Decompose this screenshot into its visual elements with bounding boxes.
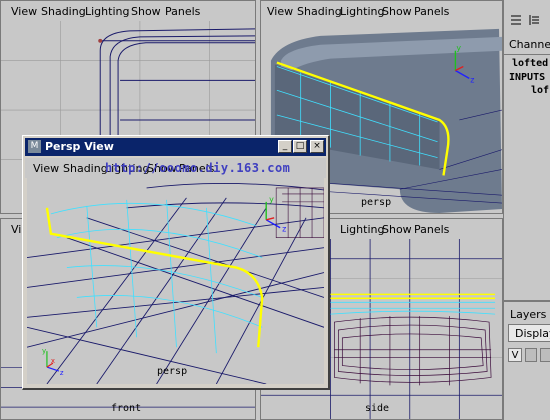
maximize-button[interactable]: □ (293, 140, 307, 153)
svg-text:z: z (60, 369, 64, 377)
layer-visibility-toggle[interactable]: V (508, 348, 522, 362)
channel-box-icon[interactable] (510, 14, 522, 26)
layer-display-select[interactable]: Display (508, 324, 550, 342)
menu-lighting[interactable]: Lighting (340, 5, 384, 18)
svg-text:z: z (470, 75, 474, 84)
menu-lighting[interactable]: Lighting (340, 223, 384, 236)
svg-text:y: y (456, 44, 461, 53)
input-node[interactable]: lof (531, 85, 549, 96)
persp-viewport-canvas[interactable]: y z y z x persp (27, 178, 324, 384)
wireframe-perspective-model: y z y z x (27, 178, 324, 384)
menu-show[interactable]: Show (382, 5, 412, 18)
menu-lighting[interactable]: Lighting (85, 5, 129, 18)
menu-view[interactable]: View (11, 5, 37, 18)
window-title: Persp View (45, 140, 114, 153)
camera-label: front (111, 403, 142, 414)
inputs-label: INPUTS (509, 72, 546, 83)
window-titlebar[interactable]: M Persp View _ □ × (25, 138, 326, 156)
menu-show[interactable]: Show (131, 5, 161, 18)
menu-shading[interactable]: Shading (63, 162, 108, 175)
svg-text:y: y (42, 347, 46, 355)
menu-panels[interactable]: Panels (414, 5, 449, 18)
divider (504, 54, 550, 55)
maya-logo-icon: M (28, 140, 41, 153)
attribute-editor-icon[interactable] (528, 14, 540, 26)
menu-panels[interactable]: Panels (414, 223, 449, 236)
svg-text:x: x (51, 357, 55, 365)
watermark-url: http://ooomo.diy.163.com (105, 161, 291, 175)
layer-template-toggle[interactable] (525, 348, 537, 362)
channels-tab[interactable]: Channels (509, 38, 550, 51)
layers-tab[interactable]: Layers (510, 308, 546, 321)
minimize-button[interactable]: _ (278, 140, 292, 153)
menu-show[interactable]: Show (382, 223, 412, 236)
menu-panels[interactable]: Panels (165, 5, 200, 18)
layer-row[interactable]: V (508, 348, 550, 364)
camera-label: persp (157, 366, 188, 377)
persp-view-window[interactable]: M Persp View _ □ × View Shading Lighting… (22, 135, 330, 390)
close-button[interactable]: × (310, 140, 324, 153)
menu-view[interactable]: View (267, 5, 293, 18)
layer-color-swatch[interactable] (540, 348, 550, 362)
svg-text:y: y (269, 195, 274, 204)
object-name[interactable]: lofted (512, 58, 548, 69)
camera-label: persp (361, 197, 392, 208)
layer-display-value: Display (515, 327, 550, 340)
viewport-menubar: View Shading Lighting Show Panels (261, 1, 502, 21)
divider (504, 300, 550, 302)
channel-box-panel: Channels lofted INPUTS lof Layers Displa… (503, 0, 550, 420)
menu-shading[interactable]: Shading (41, 5, 86, 18)
viewport-menubar: View Shading Lighting Show Panels (1, 1, 255, 21)
menu-shading[interactable]: Shading (297, 5, 342, 18)
svg-text:z: z (282, 225, 286, 234)
camera-label: side (365, 403, 390, 414)
menu-view[interactable]: View (33, 162, 59, 175)
